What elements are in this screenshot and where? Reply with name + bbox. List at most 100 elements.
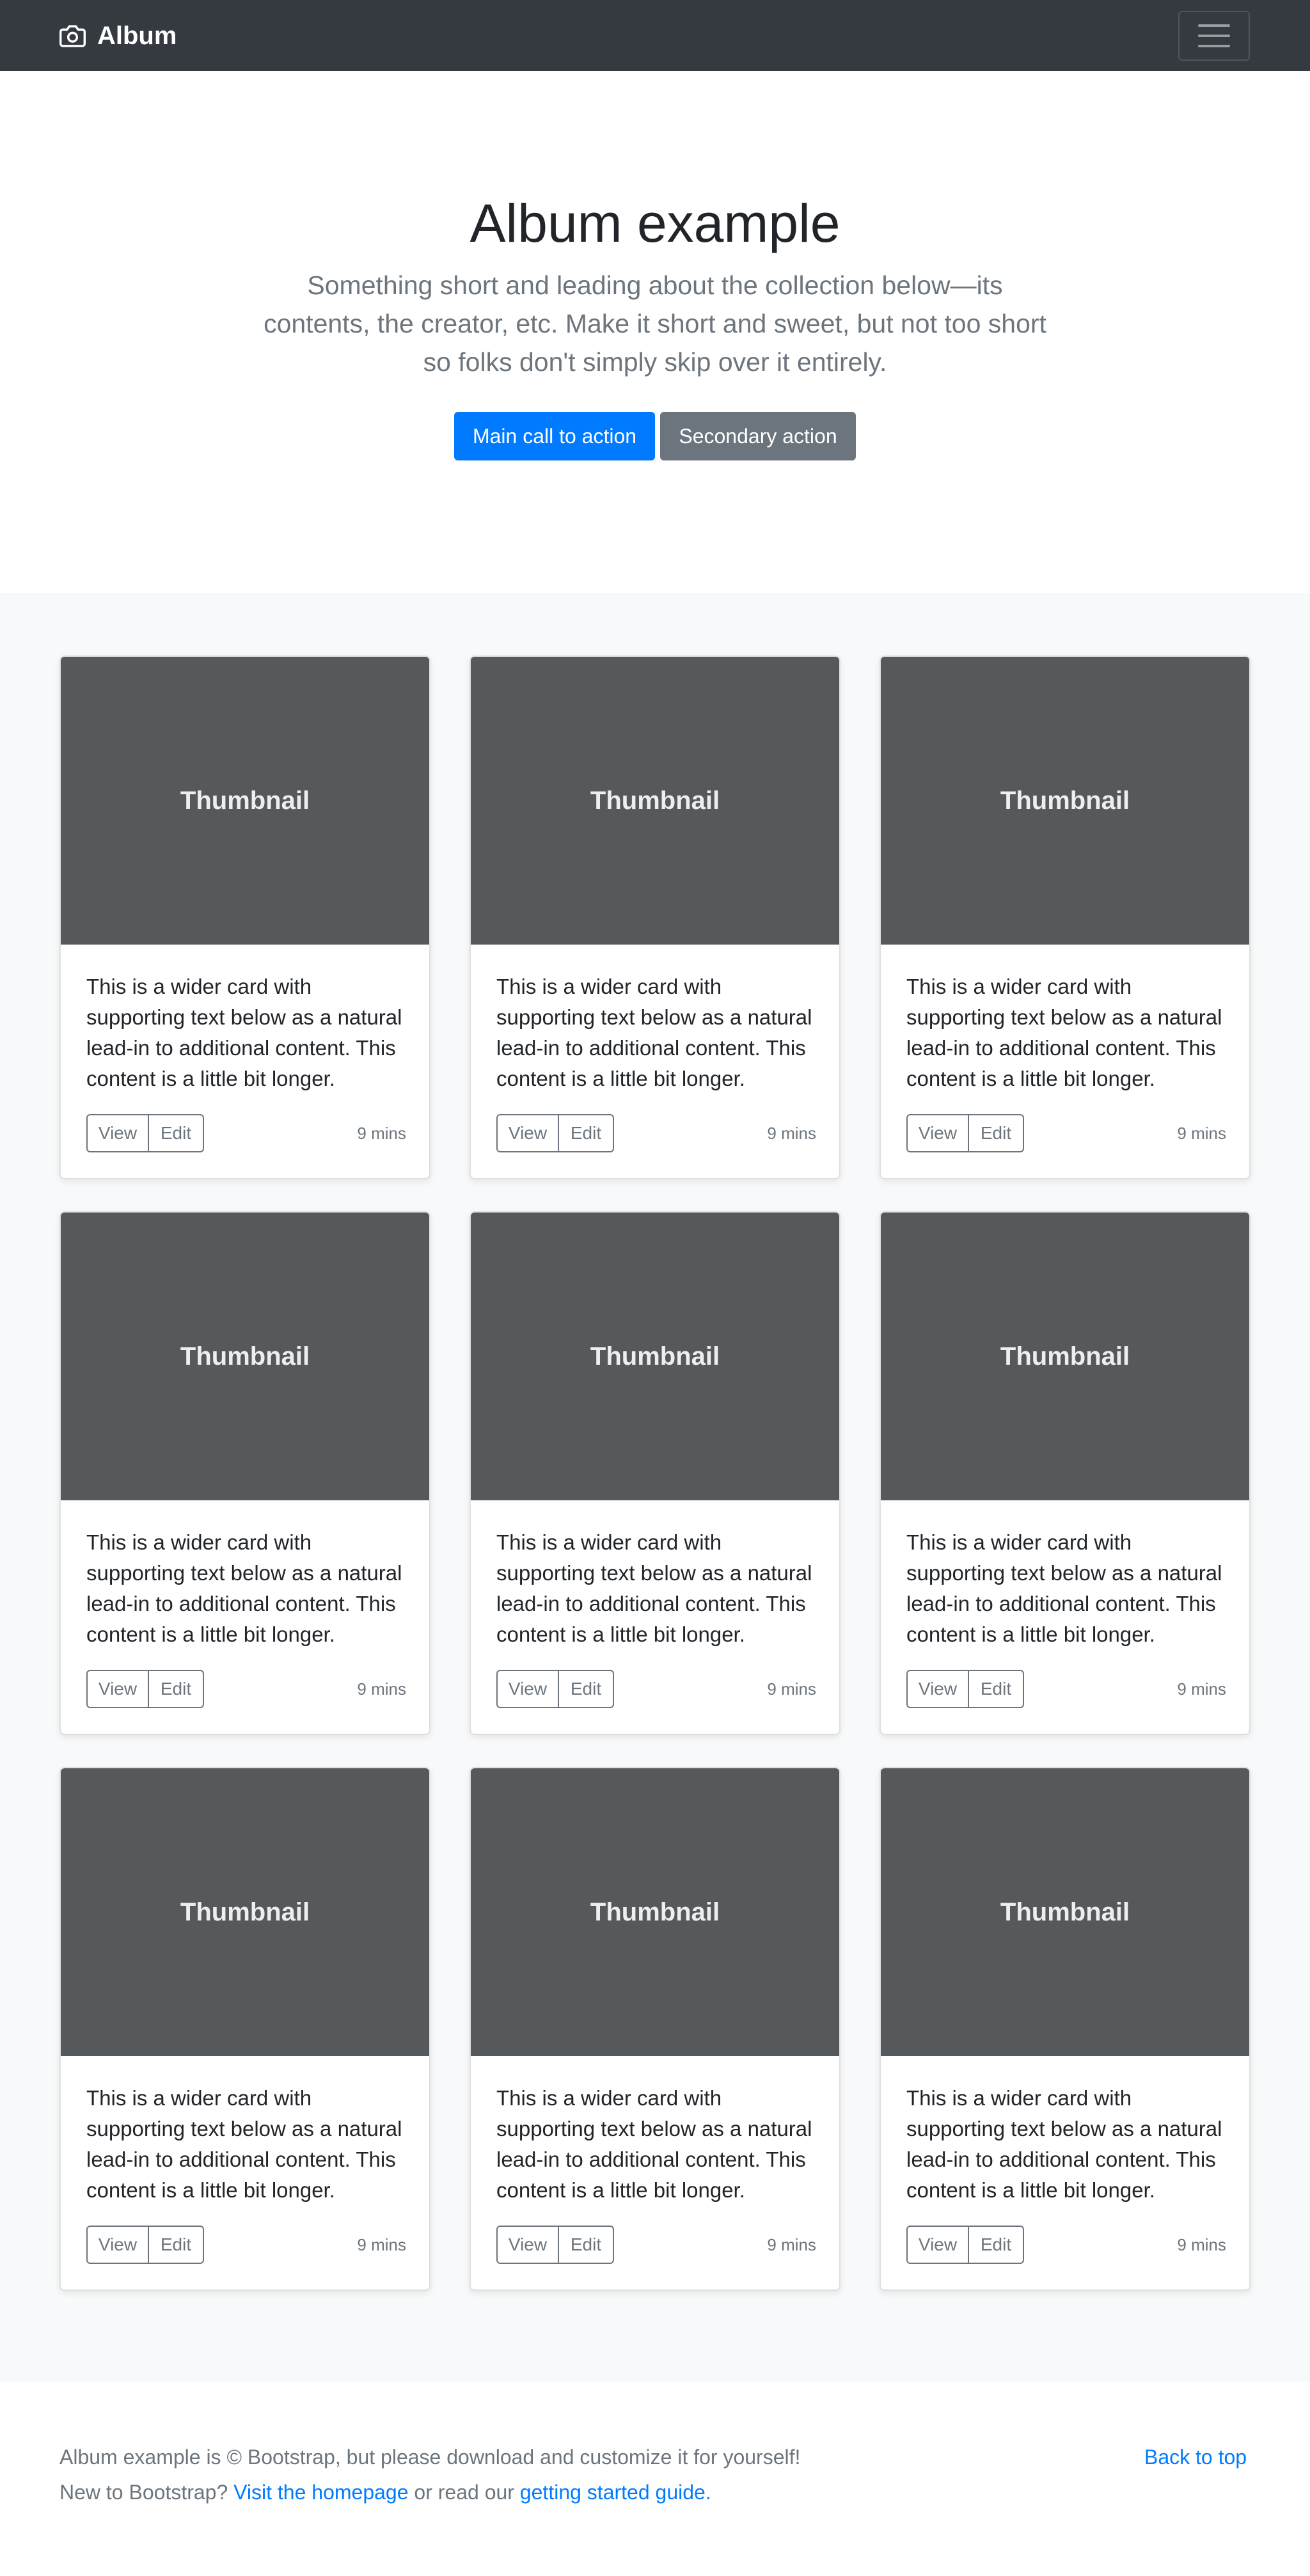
navbar-toggler-button[interactable] bbox=[1178, 11, 1250, 61]
album-card: Thumbnail This is a wider card with suppo… bbox=[470, 1211, 840, 1735]
card-text: This is a wider card with supporting tex… bbox=[496, 975, 812, 1090]
thumbnail-label: Thumbnail bbox=[180, 1897, 310, 1926]
card-button-group: View Edit bbox=[906, 2226, 1024, 2264]
view-button[interactable]: View bbox=[86, 1114, 149, 1152]
card-time: 9 mins bbox=[767, 1679, 816, 1699]
card-thumbnail[interactable]: Thumbnail bbox=[61, 1768, 429, 2056]
card-actions: View Edit 9 mins bbox=[496, 1114, 816, 1152]
card-actions: View Edit 9 mins bbox=[906, 2226, 1226, 2264]
card-grid: Thumbnail This is a wider card with suppo… bbox=[59, 656, 1251, 2291]
view-button[interactable]: View bbox=[906, 1114, 969, 1152]
card-text: This is a wider card with supporting tex… bbox=[86, 1530, 402, 1646]
thumbnail-label: Thumbnail bbox=[1000, 786, 1130, 815]
card-actions: View Edit 9 mins bbox=[496, 2226, 816, 2264]
card-button-group: View Edit bbox=[496, 2226, 614, 2264]
album-card: Thumbnail This is a wider card with suppo… bbox=[470, 1767, 840, 2291]
secondary-action-button[interactable]: Secondary action bbox=[660, 412, 856, 460]
card-text: This is a wider card with supporting tex… bbox=[496, 2086, 812, 2202]
card-text: This is a wider card with supporting tex… bbox=[906, 2086, 1222, 2202]
card-text: This is a wider card with supporting tex… bbox=[906, 1530, 1222, 1646]
thumbnail-label: Thumbnail bbox=[1000, 1342, 1130, 1370]
album-card: Thumbnail This is a wider card with suppo… bbox=[880, 656, 1251, 1179]
album-card: Thumbnail This is a wider card with suppo… bbox=[880, 1211, 1251, 1735]
edit-button[interactable]: Edit bbox=[149, 1114, 204, 1152]
card-thumbnail[interactable]: Thumbnail bbox=[61, 1213, 429, 1500]
card-text: This is a wider card with supporting tex… bbox=[86, 975, 402, 1090]
view-button[interactable]: View bbox=[496, 1670, 559, 1708]
card-time: 9 mins bbox=[767, 2234, 816, 2254]
card-actions: View Edit 9 mins bbox=[86, 1114, 406, 1152]
card-thumbnail[interactable]: Thumbnail bbox=[881, 1213, 1249, 1500]
thumbnail-label: Thumbnail bbox=[1000, 1897, 1130, 1926]
card-time: 9 mins bbox=[357, 1679, 406, 1699]
hero-title: Album example bbox=[470, 193, 840, 253]
hero-lead: Something short and leading about the co… bbox=[264, 271, 1046, 377]
card-time: 9 mins bbox=[767, 1123, 816, 1143]
card-button-group: View Edit bbox=[86, 2226, 204, 2264]
edit-button[interactable]: Edit bbox=[149, 2226, 204, 2264]
edit-button[interactable]: Edit bbox=[559, 2226, 614, 2264]
footer-help-line: New to Bootstrap? Visit the homepage or … bbox=[59, 2481, 711, 2504]
main-call-to-action-button[interactable]: Main call to action bbox=[454, 412, 655, 460]
edit-button[interactable]: Edit bbox=[969, 1114, 1024, 1152]
homepage-link[interactable]: Visit the homepage bbox=[233, 2481, 408, 2504]
thumbnail-label: Thumbnail bbox=[590, 1342, 720, 1370]
edit-button[interactable]: Edit bbox=[969, 1670, 1024, 1708]
card-text: This is a wider card with supporting tex… bbox=[906, 975, 1222, 1090]
card-actions: View Edit 9 mins bbox=[86, 2226, 406, 2264]
thumbnail-label: Thumbnail bbox=[590, 786, 720, 815]
footer: Album example is © Bootstrap, but please… bbox=[0, 2382, 1310, 2576]
back-to-top-link[interactable]: Back to top bbox=[1144, 2446, 1247, 2469]
card-button-group: View Edit bbox=[906, 1670, 1024, 1708]
view-button[interactable]: View bbox=[496, 1114, 559, 1152]
card-time: 9 mins bbox=[1177, 2234, 1226, 2254]
card-thumbnail[interactable]: Thumbnail bbox=[471, 1768, 839, 2056]
thumbnail-label: Thumbnail bbox=[590, 1897, 720, 1926]
edit-button[interactable]: Edit bbox=[969, 2226, 1024, 2264]
navbar: Album bbox=[0, 0, 1310, 71]
edit-button[interactable]: Edit bbox=[559, 1670, 614, 1708]
card-actions: View Edit 9 mins bbox=[86, 1670, 406, 1708]
hamburger-icon bbox=[1198, 45, 1230, 47]
brand-title: Album bbox=[97, 21, 177, 50]
card-time: 9 mins bbox=[1177, 1123, 1226, 1143]
view-button[interactable]: View bbox=[906, 2226, 969, 2264]
card-text: This is a wider card with supporting tex… bbox=[496, 1530, 812, 1646]
card-actions: View Edit 9 mins bbox=[496, 1670, 816, 1708]
hero-section: Album example Something short and leadin… bbox=[0, 71, 1310, 593]
card-time: 9 mins bbox=[1177, 1679, 1226, 1699]
card-thumbnail[interactable]: Thumbnail bbox=[61, 657, 429, 945]
brand-link[interactable]: Album bbox=[59, 18, 177, 54]
album-card: Thumbnail This is a wider card with suppo… bbox=[880, 1767, 1251, 2291]
footer-copyright: Album example is © Bootstrap, but please… bbox=[59, 2446, 801, 2469]
hamburger-icon bbox=[1198, 35, 1230, 37]
edit-button[interactable]: Edit bbox=[149, 1670, 204, 1708]
card-actions: View Edit 9 mins bbox=[906, 1114, 1226, 1152]
footer-prefix: New to Bootstrap? bbox=[59, 2481, 234, 2504]
edit-button[interactable]: Edit bbox=[559, 1114, 614, 1152]
card-time: 9 mins bbox=[357, 1123, 406, 1143]
thumbnail-label: Thumbnail bbox=[180, 786, 310, 815]
camera-icon bbox=[59, 24, 86, 47]
album-card: Thumbnail This is a wider card with suppo… bbox=[470, 656, 840, 1179]
card-text: This is a wider card with supporting tex… bbox=[86, 2086, 402, 2202]
view-button[interactable]: View bbox=[906, 1670, 969, 1708]
card-button-group: View Edit bbox=[86, 1670, 204, 1708]
card-thumbnail[interactable]: Thumbnail bbox=[881, 1768, 1249, 2056]
album-card: Thumbnail This is a wider card with suppo… bbox=[59, 656, 430, 1179]
card-actions: View Edit 9 mins bbox=[906, 1670, 1226, 1708]
card-thumbnail[interactable]: Thumbnail bbox=[471, 657, 839, 945]
view-button[interactable]: View bbox=[86, 1670, 149, 1708]
card-button-group: View Edit bbox=[496, 1670, 614, 1708]
album-card: Thumbnail This is a wider card with suppo… bbox=[59, 1211, 430, 1735]
card-button-group: View Edit bbox=[86, 1114, 204, 1152]
card-thumbnail[interactable]: Thumbnail bbox=[881, 657, 1249, 945]
thumbnail-label: Thumbnail bbox=[180, 1342, 310, 1370]
hamburger-icon bbox=[1198, 24, 1230, 27]
view-button[interactable]: View bbox=[86, 2226, 149, 2264]
album-card: Thumbnail This is a wider card with suppo… bbox=[59, 1767, 430, 2291]
card-thumbnail[interactable]: Thumbnail bbox=[471, 1213, 839, 1500]
getting-started-link[interactable]: getting started guide. bbox=[520, 2481, 711, 2504]
card-button-group: View Edit bbox=[906, 1114, 1024, 1152]
view-button[interactable]: View bbox=[496, 2226, 559, 2264]
